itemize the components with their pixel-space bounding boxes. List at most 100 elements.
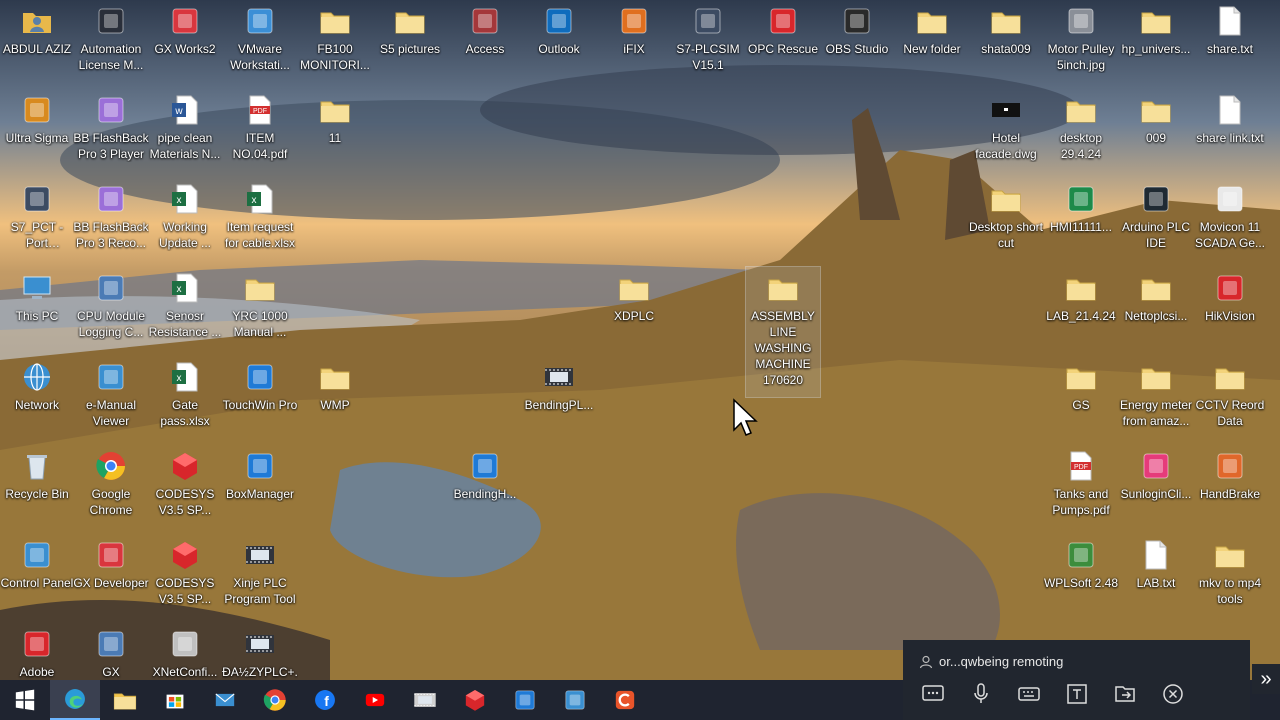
desktop-icon-s5-pictures[interactable]: S5 pictures [373,0,447,86]
taskbar-chrome[interactable] [250,680,300,720]
desktop-icon-hp-univers[interactable]: hp_univers... [1119,0,1193,86]
desktop-icon-new-folder[interactable]: New folder [895,0,969,86]
desktop-icon-senosr-resistance[interactable]: x Senosr Resistance ... [148,267,222,353]
microphone-button[interactable] [965,680,997,708]
desktop-icon-working-update[interactable]: x Working Update ... [148,178,222,264]
desktop-icon-sunlogincli[interactable]: SunloginCli... [1119,445,1193,531]
desktop-icon-share-link-txt[interactable]: share link.txt [1193,89,1267,175]
desktop-icon-outlook[interactable]: Outlook [522,0,596,86]
desktop-icon-label: WPLSoft 2.48 [1043,576,1119,590]
desktop-icon-access[interactable]: Access [448,0,522,86]
desktop-icon-gx[interactable]: GX [74,623,148,680]
desktop-icon-11[interactable]: 11 [298,89,372,175]
desktop-icon-bendingpl[interactable]: BendingPL... [522,356,596,442]
desktop-icon-lab-txt[interactable]: LAB.txt [1119,534,1193,620]
desktop-icon-gx-developer[interactable]: GX Developer [73,534,149,620]
chat-button[interactable] [917,680,949,708]
desktop-icon-codesys-v3-5-sp[interactable]: CODESYS V3.5 SP... [148,534,222,620]
user-icon [919,655,933,668]
desktop-icon-s7-pct-port-configurati[interactable]: S7_PCT - Port Configurati... [0,178,74,264]
desktop-icon-energy-meter-from-amaz[interactable]: Energy meter from amaz... [1119,356,1193,442]
text-button[interactable] [1061,680,1093,708]
desktop-icon-assembly-line-washing-machine-170620[interactable]: ASSEMBLY LINE WASHING MACHINE 170620 [745,266,821,398]
desktop-icon-google-chrome[interactable]: Google Chrome [74,445,148,531]
desktop-icon-label: iFIX [623,42,645,56]
desktop-icon-item-no-04-pdf[interactable]: PDF ITEM NO.04.pdf [223,89,297,175]
desktop-icon-xdplc[interactable]: XDPLC [597,267,671,353]
desktop-icon-nettoplcsi[interactable]: Nettoplcsi... [1119,267,1193,353]
desktop-icon-gs[interactable]: GS [1044,356,1118,442]
keyboard-button[interactable] [1013,680,1045,708]
taskbar-xinje[interactable] [400,680,450,720]
desktop-icon-e-manual-viewer[interactable]: e-Manual Viewer [74,356,148,442]
desktop-icon-s7-plcsim-v15-1[interactable]: S7-PLCSIM V15.1 [671,0,745,86]
desktop-icon-lab-21-4-24[interactable]: LAB_21.4.24 [1044,267,1118,353]
taskbar-codesys[interactable] [450,680,500,720]
desktop-icon-boxmanager[interactable]: BoxManager [223,445,297,531]
desktop-icon-shata009[interactable]: shata009 [969,0,1043,86]
file-transfer-button[interactable] [1109,680,1141,708]
desktop-icon-tanks-and-pumps-pdf[interactable]: PDF Tanks and Pumps.pdf [1044,445,1118,531]
desktop-icon-bb-flashback-pro-3-player[interactable]: BB FlashBack Pro 3 Player [73,89,149,175]
desktop-icon-bb-flashback-pro-3-reco[interactable]: BB FlashBack Pro 3 Reco... [73,178,149,264]
desktop-icon-share-txt[interactable]: share.txt [1193,0,1267,86]
taskbar-store[interactable] [150,680,200,720]
desktop-icon-ultra-sigma[interactable]: Ultra Sigma [0,89,74,175]
desktop-icon-network[interactable]: Network [0,356,74,442]
desktop-icon-hikvision[interactable]: HikVision [1193,267,1267,353]
desktop-icon-xinje-plc-program-tool[interactable]: Xinje PLC Program Tool [223,534,297,620]
desktop-icon-movicon-11-scada-ge[interactable]: Movicon 11 SCADA Ge... [1193,178,1267,264]
desktop-icon-control-panel[interactable]: Control Panel [0,534,74,620]
desktop-icon-hmi11111[interactable]: HMI11111... [1044,178,1118,264]
desktop-icon-arduino-plc-ide[interactable]: Arduino PLC IDE [1119,178,1193,264]
desktop-icon-ifix[interactable]: iFIX [597,0,671,86]
desktop-icon-handbrake[interactable]: HandBrake [1193,445,1267,531]
desktop-icon-opc-rescue[interactable]: OPC Rescue [746,0,820,86]
desktop-icon-vmware-workstati[interactable]: VMware Workstati... [223,0,297,86]
desktop-icon-wplsoft-2-48[interactable]: WPLSoft 2.48 [1044,534,1118,620]
desktop-icon-a-zyplc[interactable]: ĐA½ZYPLC+... [222,623,298,680]
desktop-icon-mkv-to-mp4-tools[interactable]: mkv to mp4 tools [1193,534,1267,620]
taskbar-file-explorer[interactable] [100,680,150,720]
taskbar-cclean[interactable] [600,680,650,720]
desktop-icon-abdul-aziz[interactable]: ABDUL AZIZ [0,0,74,86]
desktop-icon-label: Tanks and Pumps.pdf [1052,487,1110,517]
movicon-icon [1213,182,1247,216]
desktop-icon-automation-license-m[interactable]: Automation License M... [74,0,148,86]
taskbar-remote[interactable] [550,680,600,720]
desktop-icon-obs-studio[interactable]: OBS Studio [820,0,894,86]
desktop-icon-fb100-monitori[interactable]: FB100 MONITORI... [298,0,372,86]
desktop-icon-label: CODESYS V3.5 SP... [155,487,215,517]
close-button[interactable] [1157,680,1189,708]
desktop-icon-codesys-v3-5-sp[interactable]: CODESYS V3.5 SP... [148,445,222,531]
desktop-icon-hotel-facade-dwg[interactable]: Hotel facade.dwg [969,89,1043,175]
desktop-icon-gx-works2[interactable]: GX Works2 [148,0,222,86]
desktop-icon-bendingh[interactable]: BendingH... [448,445,522,531]
taskbar-edge[interactable] [50,680,100,720]
desktop-icon-this-pc[interactable]: This PC [0,267,74,353]
taskbar-mail[interactable] [200,680,250,720]
desktop-icon-cctv-reord-data[interactable]: CCTV Reord Data [1193,356,1267,442]
desktop-icon-gate-pass-xlsx[interactable]: x Gate pass.xlsx [148,356,222,442]
taskbar-youtube[interactable] [350,680,400,720]
taskbar-start-button[interactable] [0,680,50,720]
desktop-icon-desktop-29-4-24[interactable]: desktop 29.4.24 [1044,89,1118,175]
desktop-icon-yrc-1000-manual[interactable]: YRC 1000 Manual ... [223,267,297,353]
desktop-icon-xnetconfi[interactable]: XNetConfi... [148,623,222,680]
desktop-icon-009[interactable]: 009 [1119,89,1193,175]
desktop-icon-item-request-for-cable-xlsx[interactable]: x Item request for cable.xlsx [223,178,297,264]
taskbar-touchwin[interactable] [500,680,550,720]
svg-text:w: w [174,106,183,117]
desktop-icon-pipe-clean-materials-n[interactable]: w pipe clean Materials N... [148,89,222,175]
desktop-icon-adobe[interactable]: Adobe [0,623,74,680]
desktop-icon-recycle-bin[interactable]: Recycle Bin [0,445,74,531]
desktop-icon-cpu-module-logging-c[interactable]: CPU Module Logging C... [74,267,148,353]
desktop-icon-label: Access [465,42,505,56]
desktop-icon-touchwin-pro[interactable]: TouchWin Pro [223,356,297,442]
desktop-icon-label: Item request for cable.xlsx [224,220,296,250]
desktop-icon-desktop-short-cut[interactable]: Desktop short cut [969,178,1043,264]
remote-expand-button[interactable]: » [1252,664,1280,694]
desktop-icon-wmp[interactable]: WMP [298,356,372,442]
desktop-icon-motor-pulley-5inch-jpg[interactable]: Motor Pulley 5inch.jpg [1044,0,1118,86]
taskbar-facebook[interactable]: f [300,680,350,720]
